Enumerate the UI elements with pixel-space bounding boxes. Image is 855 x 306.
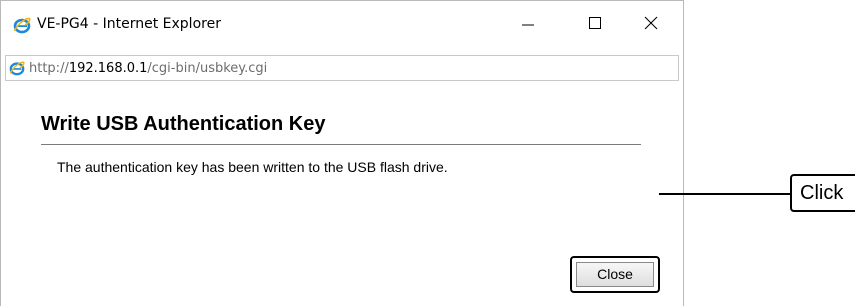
close-icon [644,16,658,30]
callout-leader-line [659,193,790,195]
address-bar[interactable]: http://192.168.0.1/cgi-bin/usbkey.cgi [5,55,679,81]
minimize-icon [522,24,534,26]
title-bar[interactable]: VE-PG4 - Internet Explorer [1,1,683,45]
minimize-button[interactable] [505,1,551,45]
status-message: The authentication key has been written … [57,159,448,175]
url-path: /cgi-bin/usbkey.cgi [147,61,268,76]
url-host: 192.168.0.1 [68,61,148,76]
browser-window: VE-PG4 - Internet Explorer http://192.16… [0,0,684,306]
callout-box: Click [790,174,855,212]
close-button-highlight: Close [570,256,660,293]
close-button[interactable]: Close [576,262,654,287]
window-close-button[interactable] [629,1,675,45]
page-title: Write USB Authentication Key [41,113,326,135]
maximize-icon [589,17,601,29]
maximize-button[interactable] [571,1,617,45]
internet-explorer-icon [9,61,25,76]
page-content: Write USB Authentication Key The authent… [1,81,683,306]
address-url[interactable]: http://192.168.0.1/cgi-bin/usbkey.cgi [29,61,267,76]
heading-divider [41,144,641,145]
internet-explorer-icon [13,17,31,34]
url-prefix: http:// [29,61,69,76]
window-title: VE-PG4 - Internet Explorer [37,16,221,32]
screenshot-stage: VE-PG4 - Internet Explorer http://192.16… [0,0,855,306]
callout-label: Click [800,182,844,204]
